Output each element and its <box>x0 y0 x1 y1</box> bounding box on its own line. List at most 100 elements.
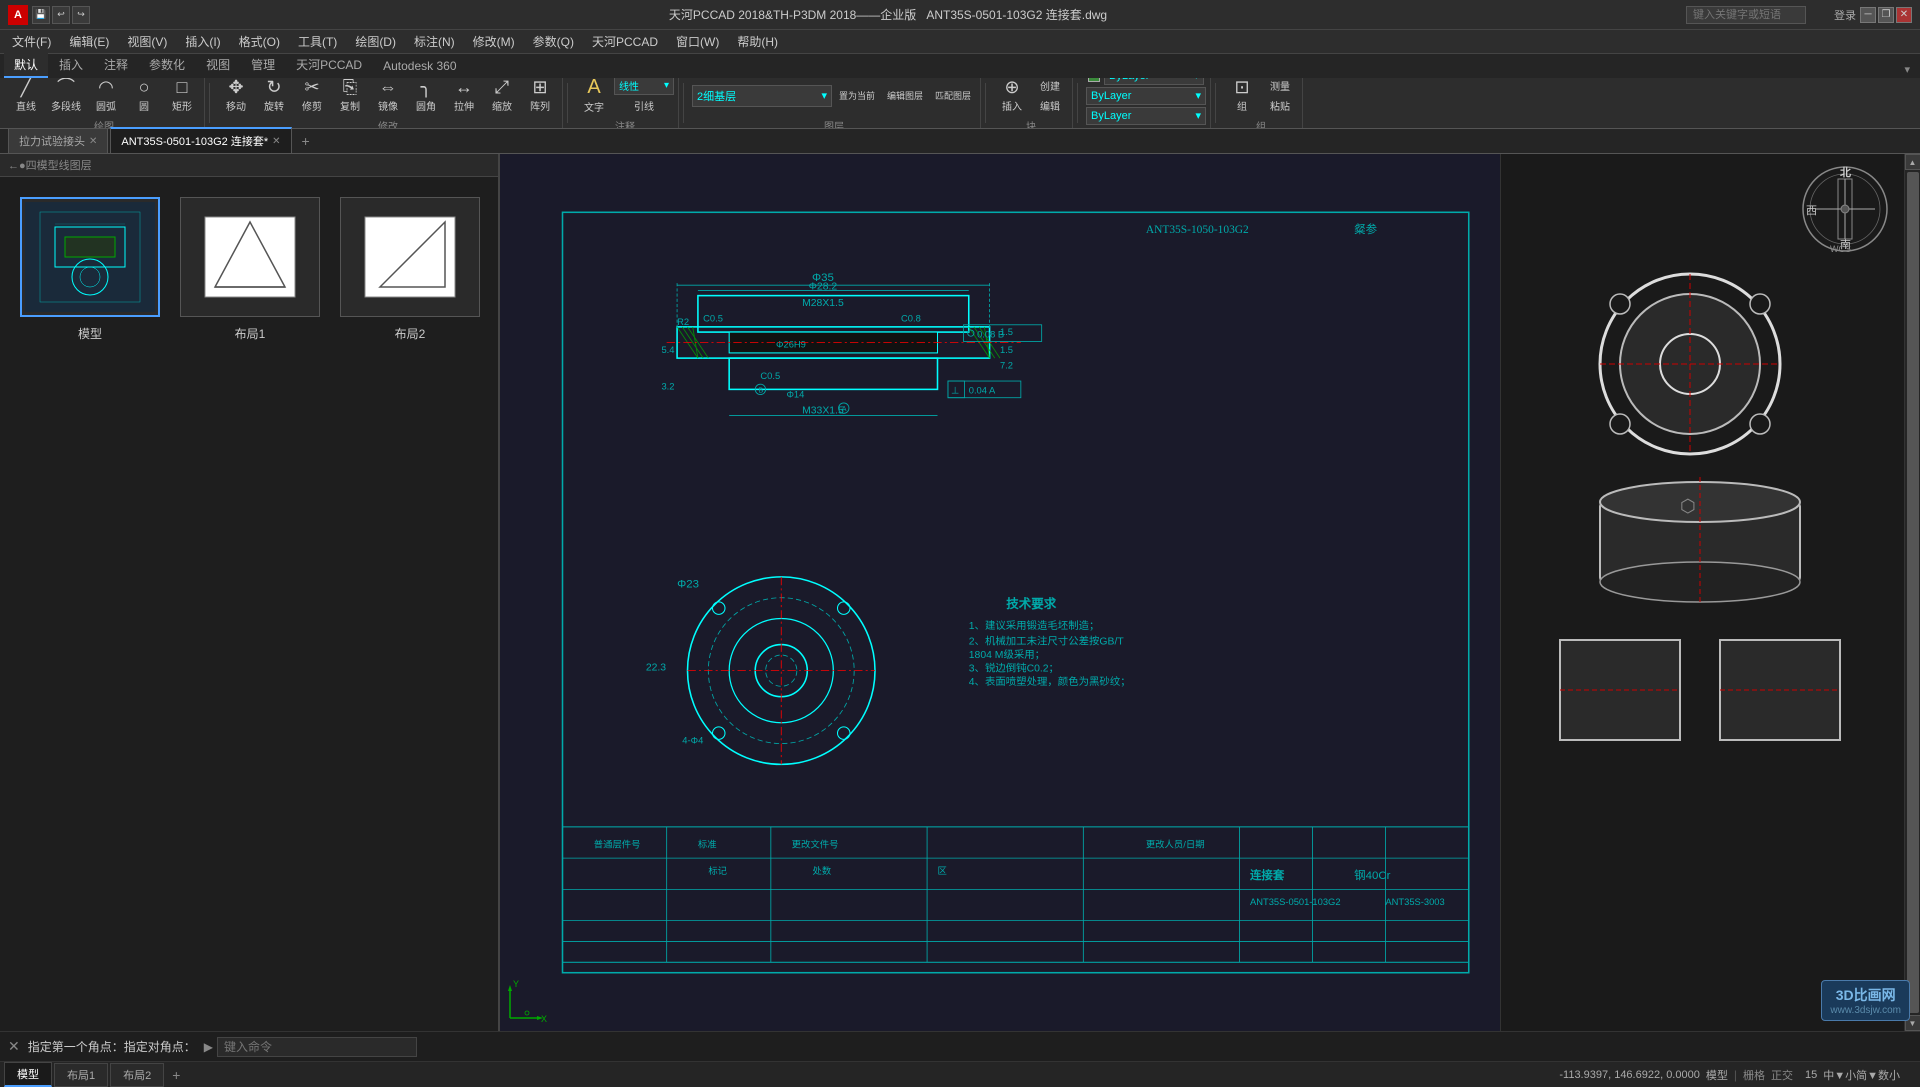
linetype-dropdown[interactable]: ByLayer▾ <box>1086 87 1206 105</box>
svg-text:M33X1.5: M33X1.5 <box>802 405 844 416</box>
text-group: A文字 线性▾ 引线 注释 <box>572 78 679 128</box>
fillet-btn[interactable]: ╮圆角 <box>408 78 444 118</box>
line-tool-btn[interactable]: ╱直线 <box>8 78 44 118</box>
win-minimize-btn[interactable]: ─ <box>1860 7 1876 23</box>
thumbnail-model-box[interactable] <box>20 197 160 317</box>
menu-draw[interactable]: 绘图(D) <box>347 31 404 52</box>
svg-text:1804 M级采用；: 1804 M级采用； <box>969 649 1045 661</box>
layer-props-btn[interactable]: 置为当前 <box>834 78 880 118</box>
win-restore-btn[interactable]: ❐ <box>1878 7 1894 23</box>
menu-help[interactable]: 帮助(H) <box>729 31 786 52</box>
svg-text:技术要求: 技术要求 <box>1006 596 1057 611</box>
bottom-tab-layout2[interactable]: 布局2 <box>110 1063 164 1087</box>
bottom-tab-add[interactable]: + <box>166 1064 186 1086</box>
svg-text:3.2: 3.2 <box>661 381 674 391</box>
thumbnail-layout1[interactable]: 布局1 <box>180 197 320 342</box>
layer-dropdown[interactable]: 2细基层▾ <box>692 85 832 107</box>
circle-tool-btn[interactable]: ○圆 <box>126 78 162 118</box>
menu-edit[interactable]: 编辑(E) <box>61 31 117 52</box>
insert-btn[interactable]: ⊕插入 <box>994 78 1030 118</box>
text-btn[interactable]: A文字 <box>576 78 612 118</box>
menu-file[interactable]: 文件(F) <box>4 31 59 52</box>
block-group-label: 块 <box>994 118 1068 129</box>
thumbnail-layout2[interactable]: 布局2 <box>340 197 480 342</box>
svg-text:C0.5: C0.5 <box>760 371 780 381</box>
svg-text:更改文件号: 更改文件号 <box>792 839 839 850</box>
linestyle-dropdown[interactable]: 线性▾ <box>614 78 674 95</box>
group-tools: ⊡组 测量 粘贴 组 <box>1220 78 1303 128</box>
layer-match-btn[interactable]: 匹配图层 <box>930 78 976 118</box>
thumbnail-model[interactable]: 模型 <box>20 197 160 342</box>
ribbon-tab-autodesk[interactable]: Autodesk 360 <box>373 56 466 78</box>
redo-btn[interactable]: ↪ <box>72 6 90 24</box>
mirror-btn[interactable]: ⇔镜像 <box>370 78 406 118</box>
polyline-tool-btn[interactable]: ⌒多段线 <box>46 78 86 118</box>
scale-btn[interactable]: ⤢缩放 <box>484 78 520 118</box>
thumbnail-layout1-label: 布局1 <box>235 325 266 342</box>
move-btn[interactable]: ✥移动 <box>218 78 254 118</box>
block-edit-btn[interactable]: 编辑 <box>1032 97 1068 115</box>
ribbon-customize-btn[interactable]: ▾ <box>1898 61 1916 78</box>
drawing-area[interactable]: ANT35S-1050-103G2 粲参 <box>500 154 1500 1031</box>
ribbon-tab-insert[interactable]: 插入 <box>49 53 93 78</box>
scroll-thumb[interactable] <box>1907 172 1919 1013</box>
command-input[interactable] <box>217 1037 417 1057</box>
svg-text:3、锐边倒钝C0.2；: 3、锐边倒钝C0.2； <box>969 662 1059 675</box>
stretch-btn[interactable]: ↔拉伸 <box>446 78 482 118</box>
login-btn[interactable]: 登录 <box>1834 7 1856 23</box>
thumbnail-layout2-box[interactable] <box>340 197 480 317</box>
compass: 北 南 西 东 WCS <box>1800 164 1890 254</box>
win-close-btn[interactable]: ✕ <box>1896 7 1912 23</box>
trim-btn[interactable]: ✂修剪 <box>294 78 330 118</box>
thumbnail-layout1-box[interactable] <box>180 197 320 317</box>
arc-tool-btn[interactable]: ◠圆弧 <box>88 78 124 118</box>
left-panel: ←●四模型线图层 <box>0 154 500 1031</box>
ribbon-tab-manage[interactable]: 管理 <box>241 53 285 78</box>
menu-annotate[interactable]: 标注(N) <box>406 31 463 52</box>
ribbon-tab-annotate[interactable]: 注释 <box>94 53 138 78</box>
rotate-btn[interactable]: ↻旋转 <box>256 78 292 118</box>
ribbon-tab-pccad[interactable]: 天河PCCAD <box>286 53 372 78</box>
menu-params[interactable]: 参数(Q) <box>525 31 582 52</box>
group-btn[interactable]: ⊡组 <box>1224 78 1260 118</box>
menu-insert[interactable]: 插入(I) <box>177 31 228 52</box>
array-btn[interactable]: ⊞阵列 <box>522 78 558 118</box>
close-command-btn[interactable]: ✕ <box>8 1038 20 1055</box>
color-dropdown[interactable]: ByLayer▾ <box>1104 78 1204 85</box>
ortho-btn[interactable]: 正交 <box>1771 1067 1793 1083</box>
ribbon-tab-view[interactable]: 视图 <box>196 53 240 78</box>
bottom-tab-model[interactable]: 模型 <box>4 1062 52 1087</box>
undo-btn[interactable]: ↩ <box>52 6 70 24</box>
menu-modify[interactable]: 修改(M) <box>465 31 523 52</box>
menu-pccad[interactable]: 天河PCCAD <box>584 31 666 52</box>
quick-save-btn[interactable]: 💾 <box>32 6 50 24</box>
rect-tool-btn[interactable]: □矩形 <box>164 78 200 118</box>
tab-add-btn[interactable]: + <box>294 129 318 153</box>
ribbon-tab-params[interactable]: 参数化 <box>139 53 195 78</box>
ribbon-tab-default[interactable]: 默认 <box>4 53 48 78</box>
layer-edit-btn[interactable]: 编辑图层 <box>882 78 928 118</box>
tab-close-1[interactable]: ✕ <box>272 136 280 147</box>
measure-btn[interactable]: 测量 <box>1262 78 1298 95</box>
svg-text:区: 区 <box>938 866 947 876</box>
copy-btn[interactable]: ⎘复制 <box>332 78 368 118</box>
menu-format[interactable]: 格式(O) <box>231 31 288 52</box>
menu-view[interactable]: 视图(V) <box>119 31 175 52</box>
search-input[interactable] <box>1686 6 1806 24</box>
scroll-up-btn[interactable]: ▲ <box>1905 154 1920 170</box>
block-create-btn[interactable]: 创建 <box>1032 78 1068 95</box>
lineweight-dropdown[interactable]: ByLayer▾ <box>1086 107 1206 125</box>
menu-window[interactable]: 窗口(W) <box>668 31 727 52</box>
tab-laliyanjieban[interactable]: 拉力试验接头 ✕ <box>8 128 108 153</box>
bottom-tab-layout1[interactable]: 布局1 <box>54 1063 108 1087</box>
svg-text:处数: 处数 <box>813 865 832 876</box>
svg-text:北: 北 <box>1840 165 1851 179</box>
tab-close-0[interactable]: ✕ <box>89 136 97 147</box>
ribbon-tabs-row: 默认 插入 注释 参数化 视图 管理 天河PCCAD Autodesk 360 … <box>0 54 1920 78</box>
paste-btn[interactable]: 粘贴 <box>1262 97 1298 115</box>
right-scrollbar[interactable]: ▲ ▼ <box>1904 154 1920 1031</box>
tab-ant35s[interactable]: ANT35S-0501-103G2 连接套* ✕ <box>110 127 291 153</box>
menu-tools[interactable]: 工具(T) <box>290 31 345 52</box>
leader-btn[interactable]: 引线 <box>614 97 674 115</box>
grid-btn[interactable]: 栅格 <box>1743 1067 1765 1083</box>
